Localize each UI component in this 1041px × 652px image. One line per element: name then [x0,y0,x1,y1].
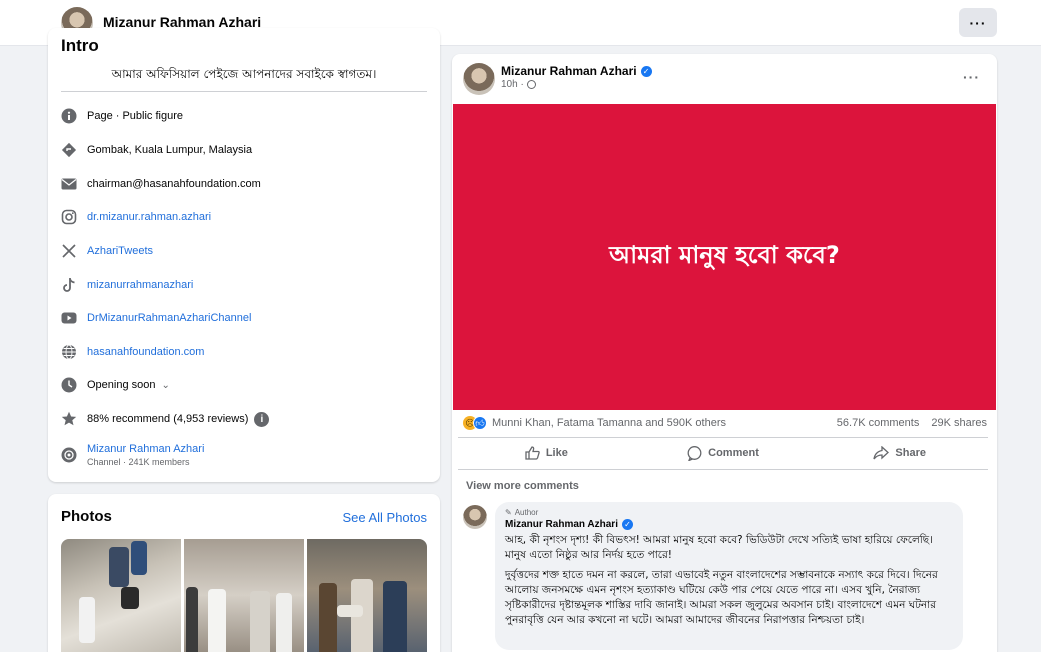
comment-author-name[interactable]: Mizanur Rahman Azhari [505,519,618,530]
comment-author-avatar[interactable] [463,505,487,529]
channel-icon [61,447,77,463]
channel-members: Channel · 241K members [87,457,190,467]
intro-item-label[interactable]: mizanurrahmanazhari [87,279,193,291]
comment-paragraph: দুর্বৃত্তদের শক্ত হাতে দমন না করলে, তারা… [505,569,938,626]
photo-thumbnail[interactable] [61,539,181,652]
share-label: Share [895,447,926,459]
more-options-button[interactable]: ··· [959,8,997,37]
intro-item-channel[interactable]: Mizanur Rahman Azhari Channel · 241K mem… [61,438,204,472]
reactions-bar: ☹ 👍︎ Munni Khan, Fatama Tamanna and 590K… [463,415,987,431]
share-icon [873,446,890,460]
comment-icon [687,445,702,461]
like-icon [525,446,540,460]
photo-thumbnail[interactable] [184,539,304,652]
youtube-icon [61,310,77,326]
like-label: Like [545,447,568,459]
post-image-text: আমরা মানুষ হবো কবে? [609,241,840,269]
author-tag-label: Author [514,508,539,517]
comment-paragraph: আহ, কী নৃশংস দৃশ্য! কী বিভৎস! আমরা মানুষ… [505,534,933,561]
intro-item-label: chairman@hasanahfoundation.com [87,178,261,190]
mail-icon [61,176,77,192]
comment-bubble: ✎ Author Mizanur Rahman Azhari ✓ আহ, কী … [495,502,963,650]
intro-item-email[interactable]: chairman@hasanahfoundation.com [61,173,261,195]
intro-card: Intro আমার অফিসিয়াল পেইজে আপনাদের সবাইক… [48,28,440,482]
globe-icon [61,344,77,360]
intro-item-website[interactable]: hasanahfoundation.com [61,341,204,363]
comment-text: আহ, কী নৃশংস দৃশ্য! কী বিভৎস! আমরা মানুষ… [505,533,953,628]
verified-badge-icon: ✓ [621,519,633,530]
post-author-avatar[interactable] [463,63,495,95]
globe-icon [526,80,536,89]
intro-item-label[interactable]: DrMizanurRahmanAzhariChannel [87,312,251,324]
channel-name[interactable]: Mizanur Rahman Azhari [87,443,204,455]
chevron-down-icon[interactable]: ⌄ [162,380,170,391]
star-icon [61,411,77,427]
intro-item-reviews[interactable]: 88% recommend (4,953 reviews) i [61,408,270,430]
x-icon [61,243,77,259]
post-card: Mizanur Rahman Azhari ✓ 10h · ··· আমরা ম… [452,54,997,652]
intro-item-label[interactable]: AzhariTweets [87,245,153,257]
verified-badge-icon: ✓ [640,65,652,77]
location-icon [61,142,77,158]
intro-item-label: Gombak, Kuala Lumpur, Malaysia [87,144,253,156]
post-meta: 10h · [501,79,536,90]
divider [61,91,427,92]
post-time[interactable]: 10h · [501,79,524,90]
like-reaction-icon: 👍︎ [473,416,487,430]
intro-item-label: Page · Public figure [87,110,183,122]
intro-item-youtube[interactable]: DrMizanurRahmanAzhariChannel [61,307,251,329]
photo-thumbnail[interactable] [307,539,427,652]
intro-item-category: Page · Public figure [61,105,183,127]
shares-count[interactable]: 29K shares [931,417,987,429]
intro-item-x[interactable]: AzhariTweets [61,240,153,262]
info-icon[interactable]: i [254,411,270,427]
post-author-name[interactable]: Mizanur Rahman Azhari [501,64,637,78]
divider [458,469,988,470]
see-all-photos-link[interactable]: See All Photos [342,510,427,525]
comment-label: Comment [708,447,759,459]
intro-item-label[interactable]: hasanahfoundation.com [87,346,204,358]
intro-item-instagram[interactable]: dr.mizanur.rahman.azhari [61,206,211,228]
intro-item-hours[interactable]: Opening soon ⌄ [61,374,170,396]
photos-title: Photos [61,508,112,525]
intro-item-label: Opening soon [87,379,156,391]
comment-author[interactable]: Mizanur Rahman Azhari ✓ [505,519,953,530]
share-button[interactable]: Share [811,442,988,464]
comment-button[interactable]: Comment [635,442,812,464]
intro-item-tiktok[interactable]: mizanurrahmanazhari [61,274,193,296]
intro-item-label: 88% recommend (4,953 reviews) [87,413,249,425]
post-actions: Like Comment Share [458,442,988,464]
comments-count[interactable]: 56.7K comments [837,417,920,429]
post-author[interactable]: Mizanur Rahman Azhari ✓ [501,64,652,78]
intro-item-label[interactable]: dr.mizanur.rahman.azhari [87,211,211,223]
intro-bio: আমার অফিসিয়াল পেইজে আপনাদের সবাইকে স্বা… [111,67,377,81]
post-image[interactable]: আমরা মানুষ হবো কবে? [453,104,996,410]
reaction-names[interactable]: Munni Khan, Fatama Tamanna and 590K othe… [492,417,726,429]
pen-icon: ✎ [505,508,512,517]
author-tag: ✎ Author [505,508,953,517]
info-icon [61,108,77,124]
like-button[interactable]: Like [458,442,635,464]
divider [458,437,988,438]
intro-item-location[interactable]: Gombak, Kuala Lumpur, Malaysia [61,139,252,161]
post-more-button[interactable]: ··· [963,69,980,85]
tiktok-icon [61,277,77,293]
clock-icon [61,377,77,393]
photos-card: Photos See All Photos [48,494,440,652]
instagram-icon [61,209,77,225]
view-more-comments-link[interactable]: View more comments [466,480,579,492]
intro-title: Intro [61,36,99,55]
